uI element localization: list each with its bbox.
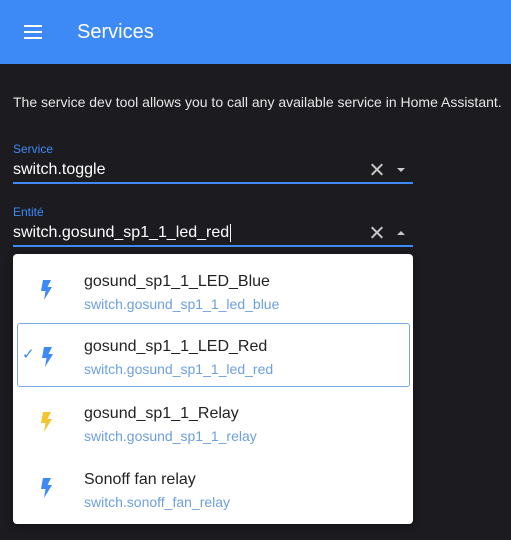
flash-icon — [41, 347, 55, 367]
entity-id: switch.gosund_sp1_1_led_blue — [84, 296, 280, 312]
check-icon: ✓ — [22, 346, 35, 363]
entity-id: switch.gosund_sp1_1_relay — [84, 428, 257, 444]
entity-id: switch.sonoff_fan_relay — [84, 494, 231, 510]
flash-icon — [40, 280, 54, 300]
list-item-selected[interactable]: ✓ gosund_sp1_1_LED_Red switch.gosund_sp1… — [17, 323, 410, 387]
app-toolbar: Services — [0, 0, 511, 64]
entity-name: gosund_sp1_1_LED_Blue — [84, 273, 270, 290]
service-field-label: Service — [13, 142, 54, 156]
entity-name: Sonoff fan relay — [84, 471, 196, 488]
entity-input-container: switch.gosund_sp1_1_led_red — [13, 223, 413, 247]
page-title: Services — [77, 21, 154, 43]
list-item[interactable]: gosund_sp1_1_LED_Blue switch.gosund_sp1_… — [13, 256, 413, 320]
dropdown-arrow-up-icon[interactable] — [397, 231, 405, 235]
entity-name: gosund_sp1_1_Relay — [84, 405, 239, 422]
menu-icon[interactable] — [24, 25, 42, 39]
service-input-container — [13, 160, 413, 184]
service-input[interactable] — [13, 160, 343, 180]
flash-icon — [40, 478, 54, 498]
entity-dropdown-list: gosund_sp1_1_LED_Blue switch.gosund_sp1_… — [13, 254, 413, 524]
service-field[interactable]: Service — [13, 142, 413, 184]
entity-id: switch.gosund_sp1_1_led_red — [84, 361, 274, 377]
entity-field-label: Entité — [13, 205, 44, 219]
entity-input[interactable]: switch.gosund_sp1_1_led_red — [13, 224, 229, 241]
service-tool-description: The service dev tool allows you to call … — [13, 94, 502, 110]
dropdown-arrow-icon[interactable] — [397, 168, 405, 172]
flash-icon — [40, 412, 54, 432]
entity-name: gosund_sp1_1_LED_Red — [84, 338, 268, 355]
text-cursor — [230, 223, 232, 242]
list-item[interactable]: Sonoff fan relay switch.sonoff_fan_relay — [13, 454, 413, 518]
clear-icon[interactable] — [370, 162, 384, 176]
entity-field[interactable]: Entité switch.gosund_sp1_1_led_red — [13, 205, 413, 247]
clear-icon[interactable] — [370, 225, 384, 239]
list-item[interactable]: gosund_sp1_1_Relay switch.gosund_sp1_1_r… — [13, 388, 413, 452]
